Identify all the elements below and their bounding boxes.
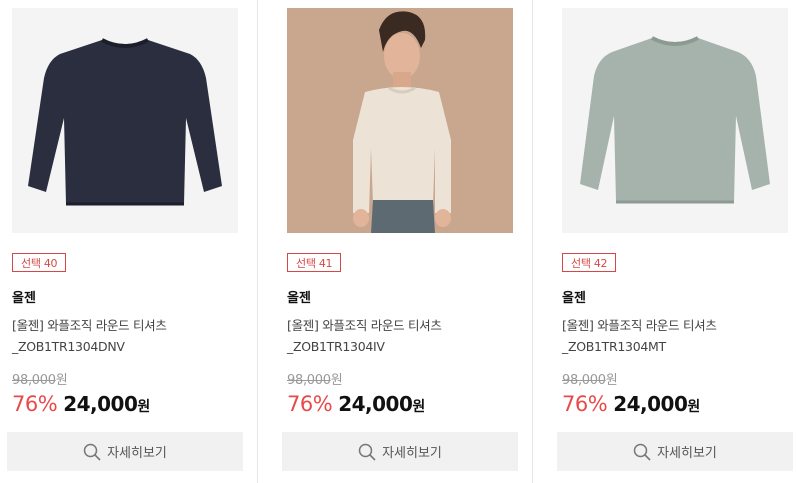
sale-price: 24,000 — [613, 392, 688, 416]
product-card[interactable]: 선택 40 올젠 [올젠] 와플조직 라운드 티셔츠_ZOB1TR1304DNV… — [7, 0, 247, 483]
view-details-button[interactable]: 자세히보기 — [557, 432, 793, 471]
view-details-button[interactable]: 자세히보기 — [7, 432, 243, 471]
sale-price-unit: 원 — [687, 399, 701, 415]
discount-rate: 76% — [287, 392, 333, 416]
product-name[interactable]: [올젠] 와플조직 라운드 티셔츠_ZOB1TR1304DNV — [12, 315, 244, 357]
selection-badge: 선택 40 — [12, 253, 67, 272]
sale-price: 24,000 — [63, 392, 138, 416]
column-divider — [532, 0, 533, 483]
price-row: 76% 24,000원 — [287, 392, 425, 416]
product-name[interactable]: [올젠] 와플조직 라운드 티셔츠_ZOB1TR1304MT — [562, 315, 794, 357]
view-details-button[interactable]: 자세히보기 — [282, 432, 518, 471]
sale-price-unit: 원 — [412, 399, 426, 415]
brand-name: 올젠 — [562, 291, 586, 306]
price-row: 76% 24,000원 — [562, 392, 700, 416]
column-divider — [257, 0, 258, 483]
original-price: 98,000원 — [12, 373, 68, 388]
brand-name: 올젠 — [12, 291, 36, 306]
product-image[interactable] — [287, 8, 513, 233]
selection-badge: 선택 42 — [562, 253, 617, 272]
magnifier-icon — [83, 443, 101, 461]
price-row: 76% 24,000원 — [12, 392, 150, 416]
product-image[interactable] — [562, 8, 788, 233]
original-price: 98,000원 — [287, 373, 343, 388]
product-card[interactable]: 선택 41 올젠 [올젠] 와플조직 라운드 티셔츠_ZOB1TR1304IV … — [282, 0, 522, 483]
sale-price: 24,000 — [338, 392, 413, 416]
magnifier-icon — [358, 443, 376, 461]
product-name[interactable]: [올젠] 와플조직 라운드 티셔츠_ZOB1TR1304IV — [287, 315, 519, 357]
product-image[interactable] — [12, 8, 238, 233]
discount-rate: 76% — [562, 392, 608, 416]
discount-rate: 76% — [12, 392, 58, 416]
view-details-label: 자세히보기 — [107, 446, 167, 461]
magnifier-icon — [633, 443, 651, 461]
product-card[interactable]: 선택 42 올젠 [올젠] 와플조직 라운드 티셔츠_ZOB1TR1304MT … — [557, 0, 796, 483]
view-details-label: 자세히보기 — [382, 446, 442, 461]
sale-price-unit: 원 — [137, 399, 151, 415]
original-price: 98,000원 — [562, 373, 618, 388]
selection-badge: 선택 41 — [287, 253, 342, 272]
view-details-label: 자세히보기 — [657, 446, 717, 461]
brand-name: 올젠 — [287, 291, 311, 306]
